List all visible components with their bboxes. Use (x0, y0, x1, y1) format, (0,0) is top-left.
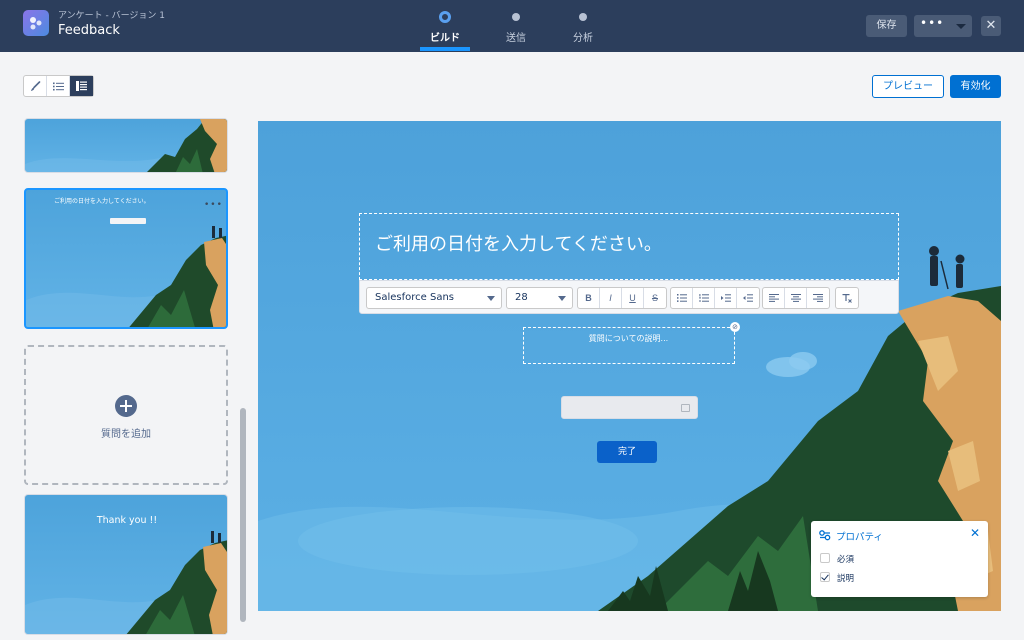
done-button[interactable]: 完了 (597, 441, 657, 463)
activate-button[interactable]: 有効化 (950, 75, 1001, 98)
clear-formatting-button[interactable] (836, 288, 858, 308)
question-title-text: ご利用の日付を入力してください。 (375, 234, 662, 255)
mountain-scene-image (25, 119, 227, 172)
add-question-label: 質問を追加 (101, 429, 151, 440)
numbered-list-button[interactable] (693, 288, 715, 308)
chevron-down-icon (487, 296, 495, 301)
page-thumbnail-welcome[interactable] (24, 118, 228, 173)
active-step-underline (420, 47, 470, 51)
page-thumbnail-question[interactable]: ご利用の日付を入力してください。 ••• (24, 188, 228, 329)
bold-button[interactable]: B (578, 288, 600, 308)
view-mode-toggle (23, 75, 94, 97)
align-center-icon (790, 294, 801, 302)
thumbnail-question-text: ご利用の日付を入力してください。 (54, 198, 150, 205)
align-left-button[interactable] (763, 288, 785, 308)
font-size-select[interactable]: 28 (506, 287, 573, 309)
survey-title: Feedback (58, 23, 120, 38)
list-icon (52, 82, 64, 90)
close-button[interactable]: ✕ (981, 16, 1001, 36)
italic-button[interactable]: I (600, 288, 622, 308)
clear-formatting-icon (842, 294, 852, 303)
font-family-select[interactable]: Salesforce Sans (366, 287, 502, 309)
close-properties-button[interactable]: ✕ (970, 526, 980, 540)
strikethrough-button[interactable]: S (644, 288, 666, 308)
left-panel-scrollbar[interactable] (240, 408, 246, 622)
step-indicator-icon (579, 13, 587, 21)
thumbnail-menu-icon[interactable]: ••• (204, 200, 223, 210)
save-button[interactable]: 保存 (866, 15, 907, 37)
bullet-list-icon (676, 294, 687, 302)
bullet-list-button[interactable] (671, 288, 693, 308)
survey-version-label: アンケート - バージョン 1 (58, 11, 166, 21)
date-answer-input[interactable] (561, 396, 698, 419)
properties-icon (819, 530, 831, 541)
mountain-scene-image (26, 226, 226, 327)
thank-you-text: Thank you !! (96, 515, 158, 526)
properties-panel: プロパティ ✕ 必須 説明 (811, 521, 988, 597)
more-actions-button[interactable]: ••• (914, 15, 972, 37)
step-build-label: ビルド (430, 33, 460, 44)
question-description-editor[interactable]: 質問についての説明... ⊘ (523, 322, 740, 364)
list-view-button[interactable] (47, 76, 70, 96)
required-label: 必須 (837, 555, 855, 565)
text-style-group: B I U S (577, 287, 667, 309)
page-thumbnail-thank-you[interactable]: Thank you !! (24, 494, 228, 635)
list-indent-group (670, 287, 760, 309)
step-build[interactable]: ビルド (410, 10, 480, 44)
properties-title: プロパティ (836, 532, 883, 543)
plus-circle-icon (115, 395, 137, 417)
more-dots-icon: ••• (920, 16, 945, 30)
indent-icon (720, 294, 731, 302)
indent-button[interactable] (715, 288, 737, 308)
page-list-icon (76, 81, 87, 91)
add-question-card[interactable]: 質問を追加 (24, 345, 228, 485)
survey-app-icon (23, 10, 49, 36)
outdent-button[interactable] (737, 288, 759, 308)
underline-button[interactable]: U (622, 288, 644, 308)
thumbnail-input-placeholder (110, 218, 146, 224)
page-view-button[interactable] (70, 76, 93, 96)
align-center-button[interactable] (785, 288, 807, 308)
numbered-list-icon (698, 294, 709, 302)
chevron-down-icon (558, 296, 566, 301)
step-indicator-icon (439, 11, 451, 23)
step-analyze-label: 分析 (573, 33, 593, 44)
step-send-label: 送信 (506, 33, 526, 44)
question-title-editor[interactable]: ご利用の日付を入力してください。 (359, 213, 899, 280)
calendar-icon (681, 404, 690, 412)
rich-text-toolbar: Salesforce Sans 28 B I U S (359, 280, 899, 314)
remove-description-icon[interactable]: ⊘ (730, 322, 740, 332)
preview-button[interactable]: プレビュー (872, 75, 944, 98)
description-placeholder-text: 質問についての説明... (588, 334, 669, 343)
align-left-icon (768, 294, 779, 302)
alignment-group (762, 287, 830, 309)
required-checkbox[interactable] (820, 553, 830, 563)
brush-view-button[interactable] (24, 76, 47, 96)
outdent-icon (743, 294, 753, 302)
font-family-value: Salesforce Sans (375, 292, 454, 303)
top-bar: アンケート - バージョン 1 Feedback ビルド 送信 分析 保存 ••… (0, 0, 1024, 52)
align-right-icon (813, 294, 823, 302)
align-right-button[interactable] (807, 288, 829, 308)
step-send[interactable]: 送信 (481, 10, 551, 44)
chevron-down-icon (956, 24, 966, 29)
step-indicator-icon (512, 13, 520, 21)
font-size-value: 28 (515, 292, 528, 303)
description-checkbox[interactable] (820, 572, 830, 582)
clear-format-group (835, 287, 859, 309)
description-label: 説明 (837, 574, 855, 584)
brush-icon (30, 80, 40, 91)
step-analyze[interactable]: 分析 (548, 10, 618, 44)
